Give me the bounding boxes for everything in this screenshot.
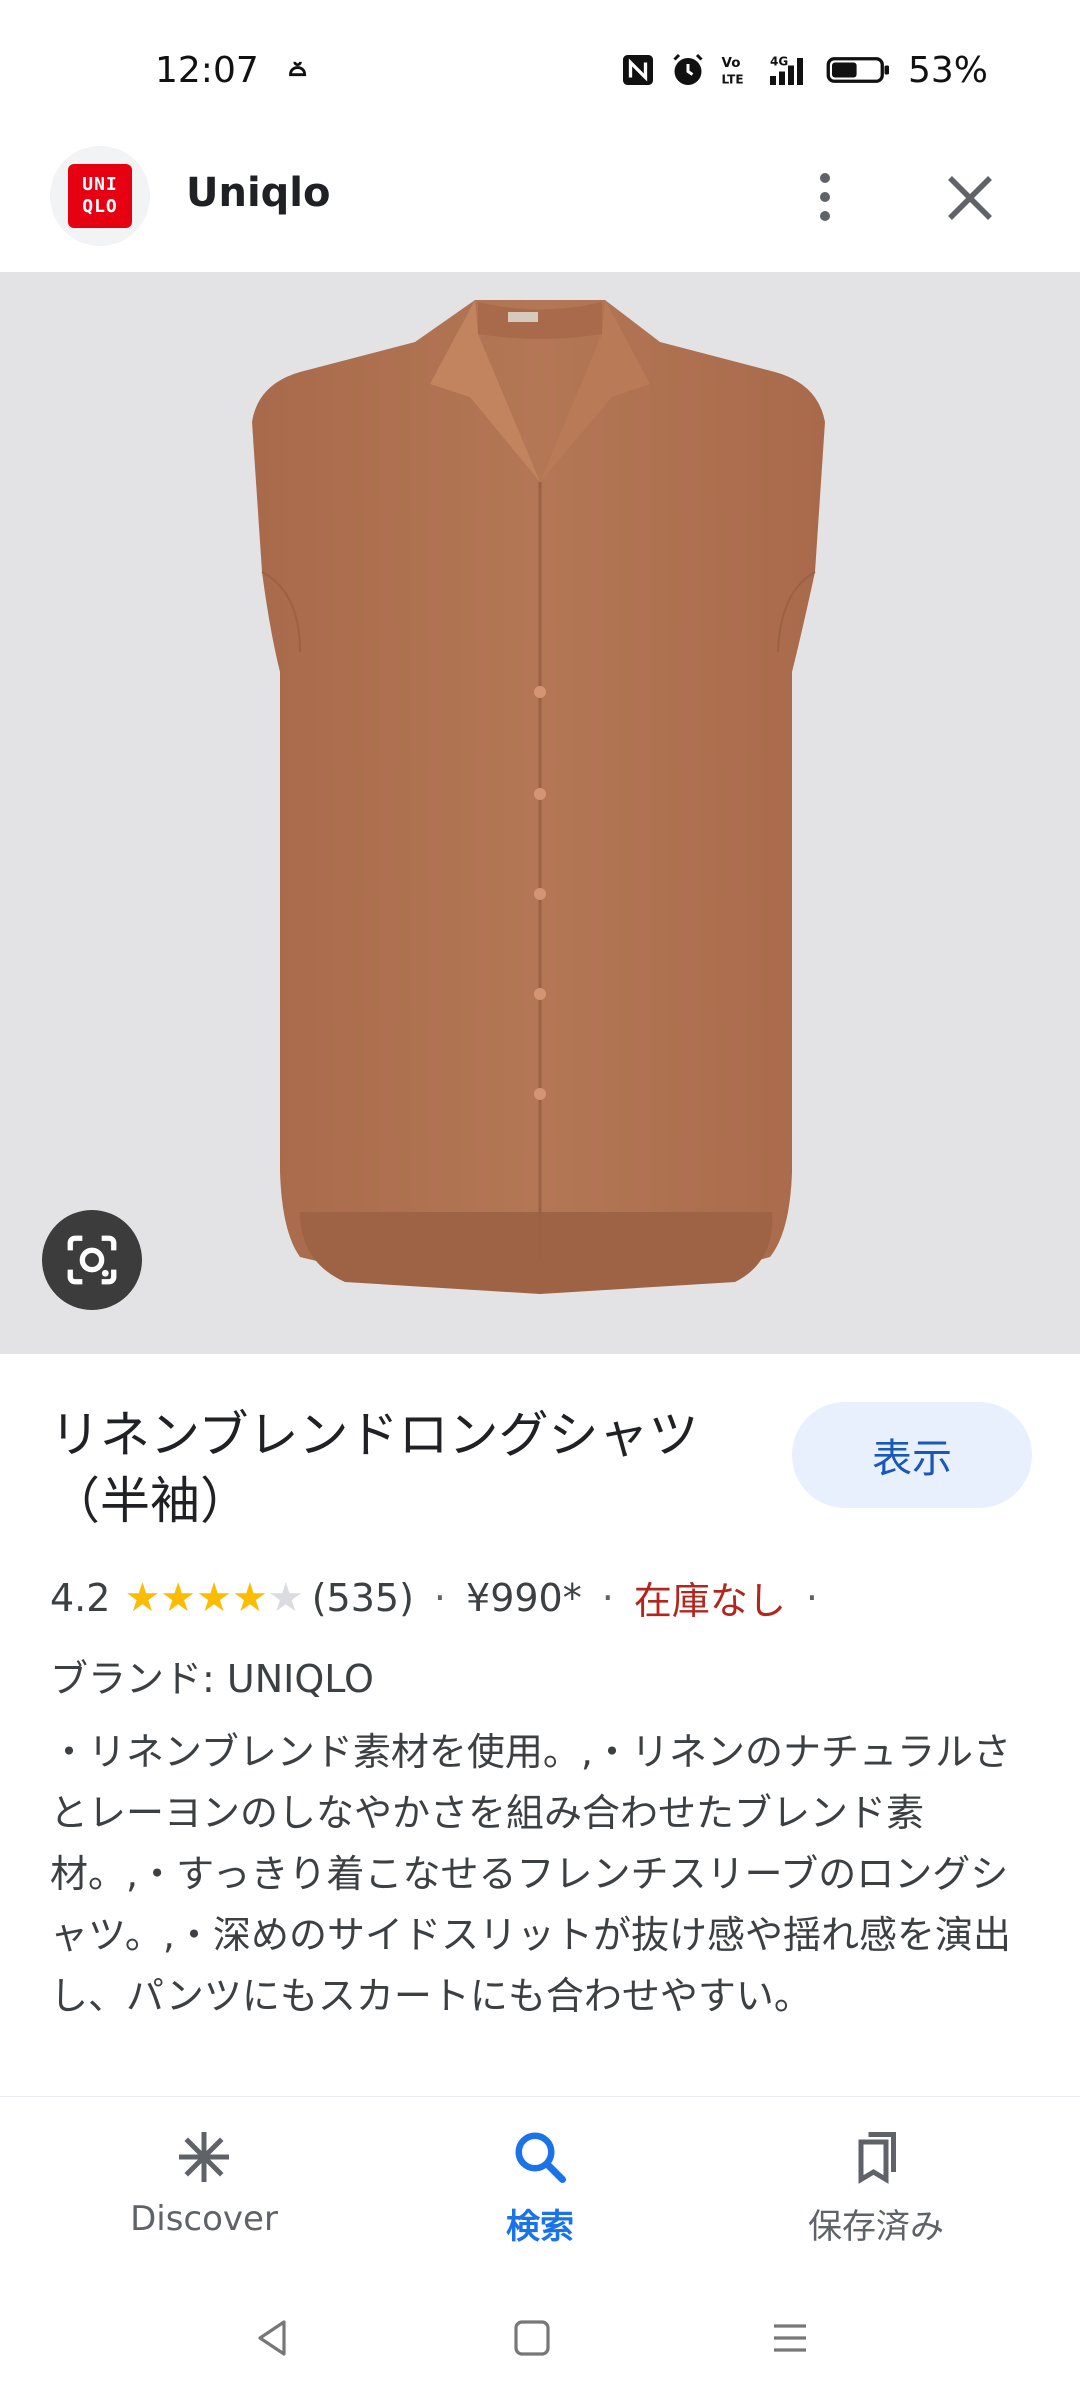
star-icon: ★ [196, 1574, 233, 1621]
nav-saved[interactable]: 保存済み [746, 2097, 1006, 2277]
bookmarks-icon [844, 2125, 908, 2189]
google-lens-button[interactable] [42, 1210, 142, 1310]
battery-percent: 53% [907, 49, 988, 91]
uniqlo-logo: UNI QLO [68, 164, 132, 228]
product-image[interactable] [0, 272, 1080, 1354]
more-options-button[interactable] [800, 160, 850, 234]
logo-text-top: UNI [82, 174, 118, 195]
notification-icon [289, 61, 307, 77]
shirt-illustration [252, 300, 825, 1294]
star-icon: ★ [232, 1574, 268, 1621]
star-icon: ★ [160, 1574, 197, 1621]
more-vert-icon [820, 173, 830, 183]
bottom-navigation: Discover 検索 保存済み [0, 2096, 1080, 2276]
view-button[interactable]: 表示 [792, 1402, 1032, 1508]
nav-search-label: 検索 [506, 2207, 574, 2247]
separator: · [601, 1575, 614, 1620]
asterisk-icon [172, 2125, 236, 2189]
rating-stars: ★ ★ ★ ★ ★ [124, 1578, 303, 1618]
alarm-icon [673, 53, 703, 85]
nav-discover-label: Discover [130, 2199, 278, 2239]
separator: · [805, 1575, 818, 1620]
site-name[interactable]: Uniqlo [186, 170, 331, 216]
star-icon: ★ [267, 1574, 304, 1621]
4g-signal-icon: 4G [769, 55, 803, 85]
nav-saved-label: 保存済み [808, 2207, 944, 2247]
stock-status: 在庫なし [633, 1579, 786, 1623]
battery-icon [826, 57, 889, 83]
lens-icon [67, 1235, 117, 1285]
product-title: リネンブレンドロングシャツ（半袖） [50, 1406, 699, 1530]
nav-search[interactable]: 検索 [410, 2097, 670, 2277]
home-icon[interactable] [508, 2314, 556, 2362]
product-meta: 4.2 ★ ★ ★ ★ ★ (535) · ¥990* · 在庫なし · [50, 1570, 838, 1625]
logo-text-bottom: QLO [82, 196, 118, 217]
star-icon: ★ [124, 1574, 161, 1621]
brand-line: ブランド: UNIQLO [50, 1657, 374, 1701]
svg-text:Vo: Vo [721, 55, 740, 71]
svg-text:4G: 4G [770, 55, 788, 69]
more-vert-icon-dot [820, 192, 830, 202]
volte-icon: Vo LTE [721, 55, 743, 87]
rating-value: 4.2 [50, 1575, 111, 1620]
more-vert-icon-dot [820, 211, 830, 221]
separator: · [433, 1575, 447, 1620]
status-icons: Vo LTE 4G 53% [620, 48, 988, 92]
review-count[interactable]: (535) [312, 1576, 414, 1620]
nav-discover[interactable]: Discover [74, 2097, 334, 2277]
status-bar: 12:07 Vo LTE 4G 53% [0, 0, 1080, 140]
source-header: UNI QLO Uniqlo [0, 140, 1080, 272]
status-time: 12:07 [155, 50, 259, 91]
back-icon[interactable] [248, 2314, 296, 2362]
recents-icon[interactable] [766, 2314, 814, 2362]
search-icon [508, 2125, 572, 2189]
product-description: ・リネンブレンド素材を使用。,・リネンのナチュラルさとレーヨンのしなやかさを組み… [50, 1730, 1011, 2018]
svg-text:LTE: LTE [721, 73, 743, 87]
site-logo[interactable]: UNI QLO [50, 146, 150, 246]
price: ¥990* [466, 1575, 582, 1620]
system-navigation-bar [0, 2276, 1080, 2400]
close-icon[interactable] [940, 168, 1000, 228]
nfc-icon [622, 55, 653, 85]
